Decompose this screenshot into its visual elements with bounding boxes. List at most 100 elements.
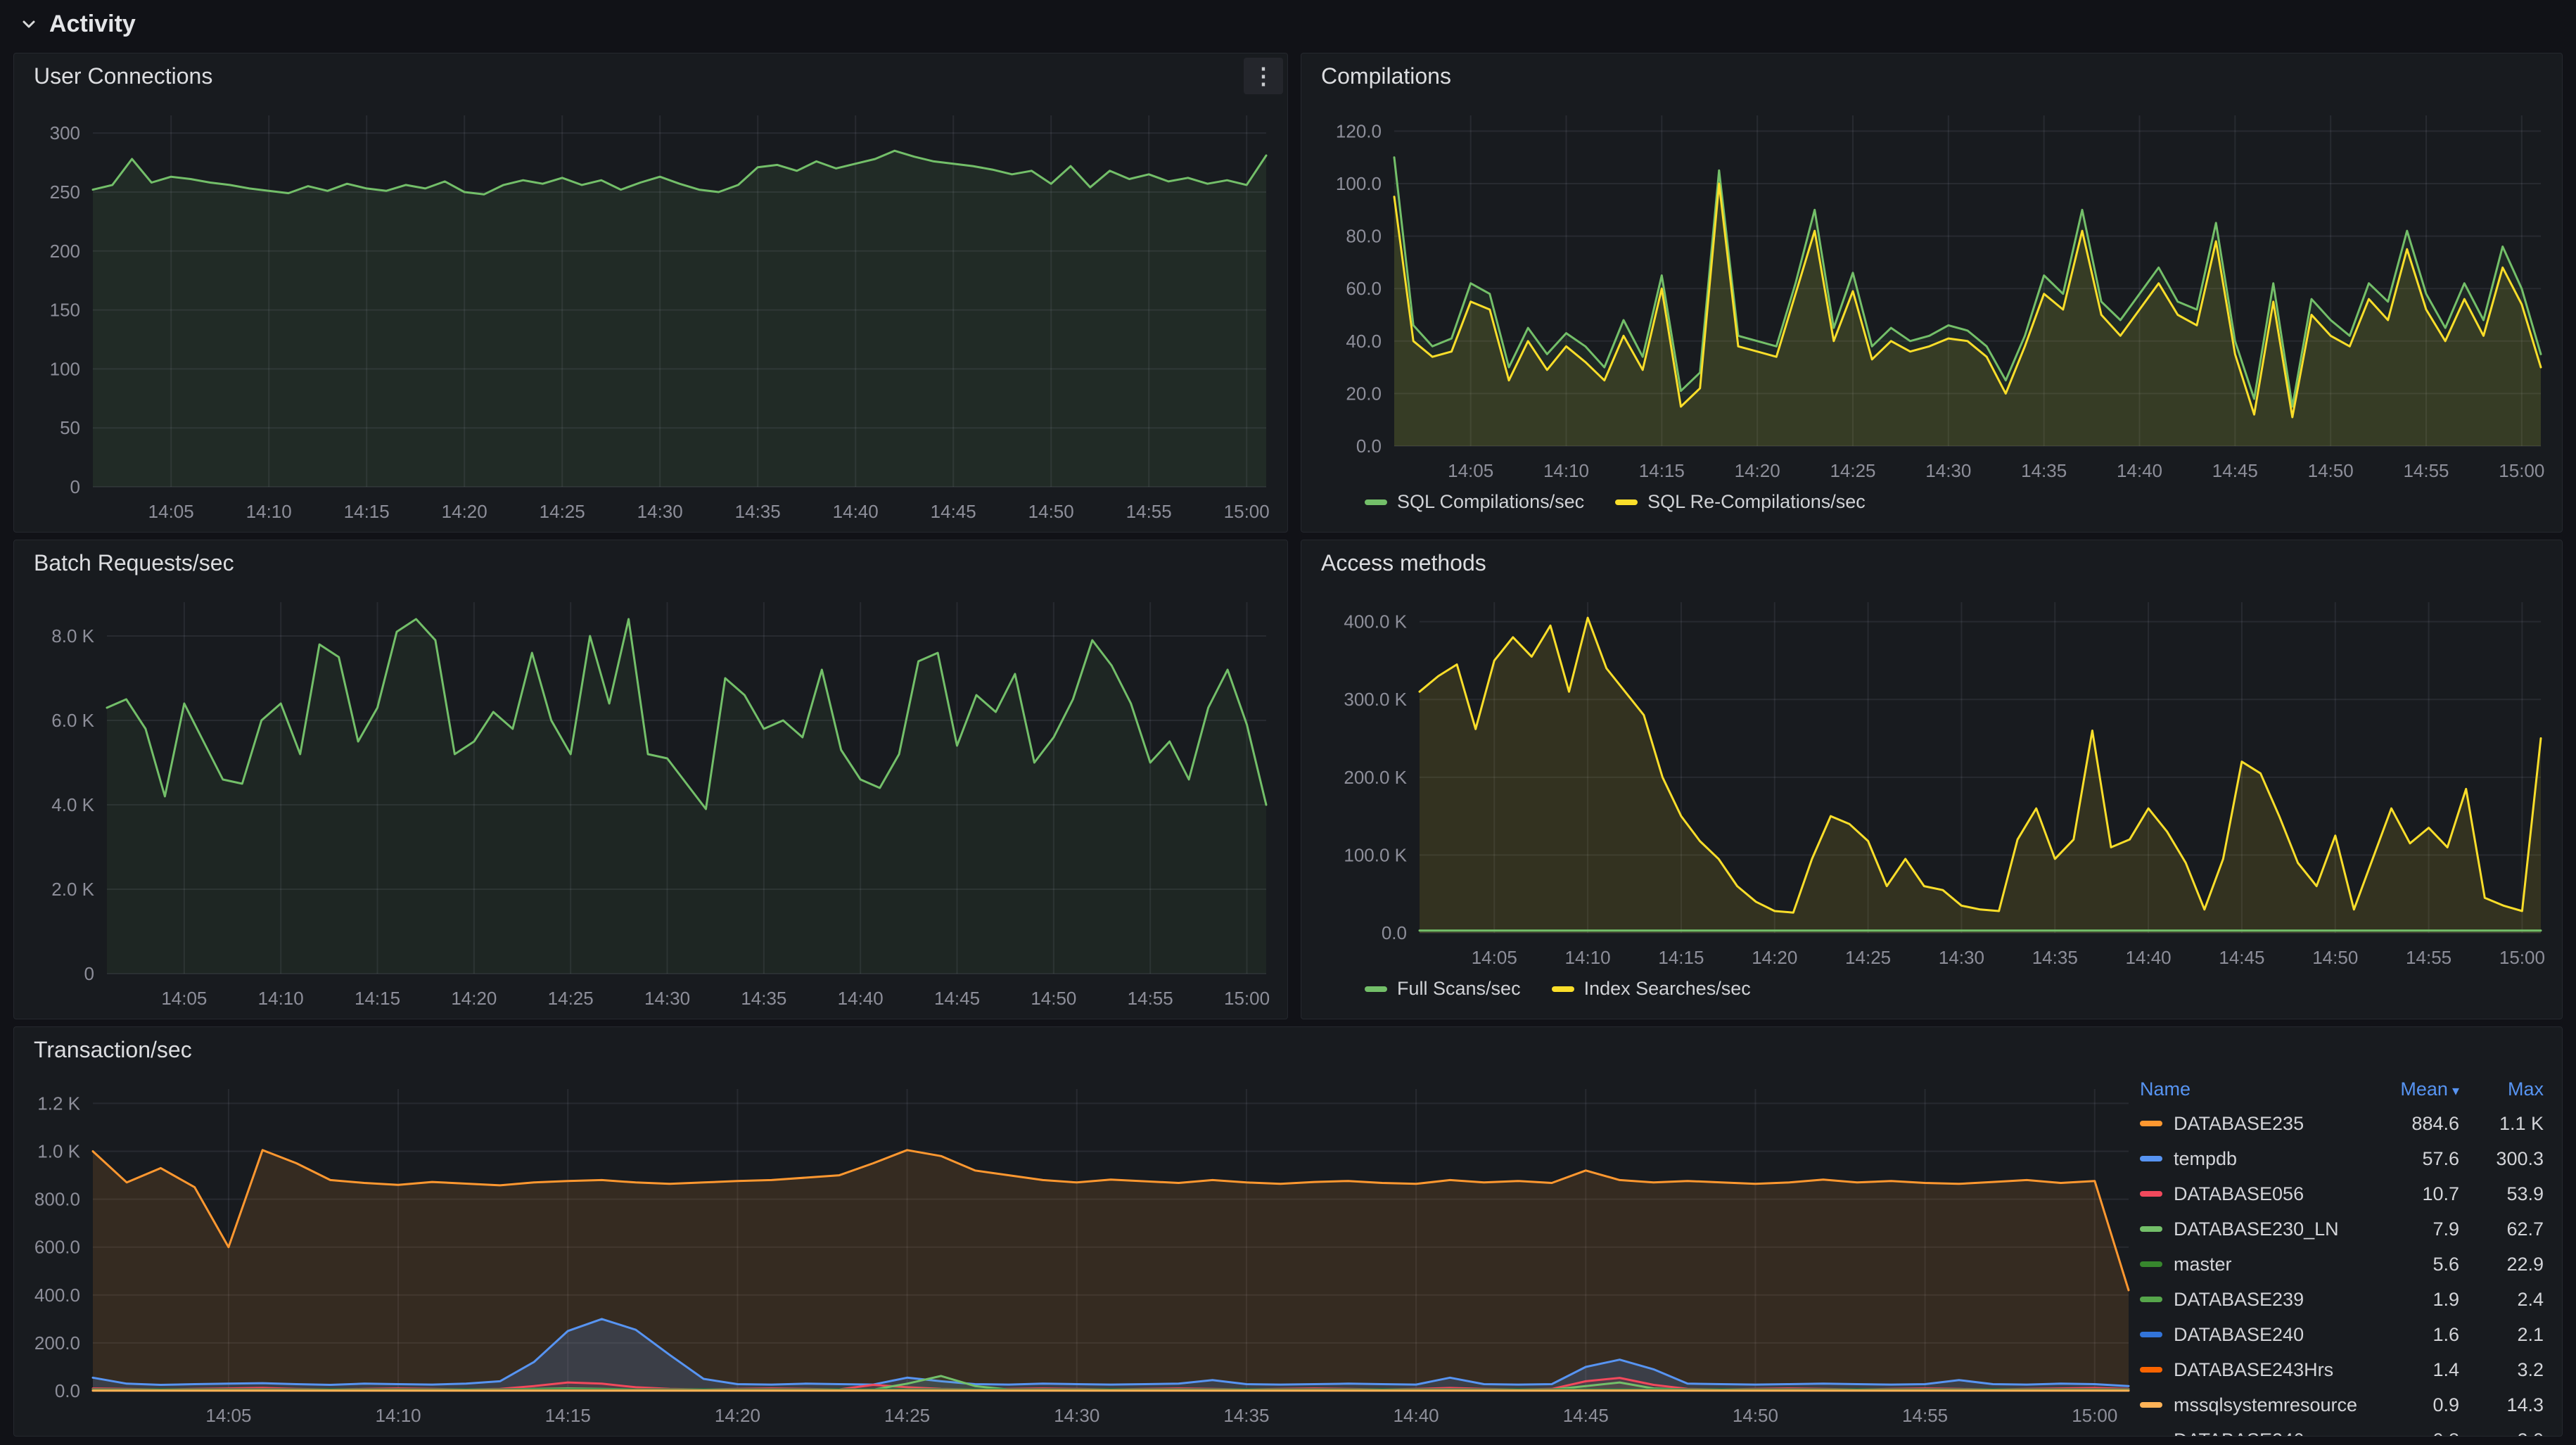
svg-text:14:50: 14:50 (1733, 1405, 1778, 1426)
svg-text:100.0: 100.0 (1336, 173, 1382, 194)
svg-text:14:55: 14:55 (1902, 1405, 1948, 1426)
series-color-swatch (2140, 1402, 2162, 1408)
table-row[interactable]: DATABASE235884.61.1 K (2140, 1106, 2544, 1141)
series-mean: 0.9 (2361, 1394, 2459, 1416)
column-header-max[interactable]: Max (2459, 1078, 2544, 1100)
svg-text:400.0 K: 400.0 K (1344, 611, 1407, 632)
svg-text:14:25: 14:25 (1830, 460, 1875, 481)
series-name: DATABASE230_LN (2140, 1218, 2361, 1240)
svg-text:14:50: 14:50 (2312, 947, 2358, 968)
grafana-dashboard: Activity User Connections ⋮ 050100150200… (0, 0, 2576, 1445)
series-name: DATABASE246 (2140, 1430, 2361, 1437)
series-mean: 1.9 (2361, 1289, 2459, 1311)
svg-text:14:30: 14:30 (1925, 460, 1971, 481)
legend-label: SQL Compilations/sec (1397, 491, 1584, 513)
table-row[interactable]: DATABASE05610.753.9 (2140, 1176, 2544, 1211)
series-max: 62.7 (2459, 1218, 2544, 1240)
access-methods-legend: Full Scans/sec Index Searches/sec (1301, 978, 2562, 1019)
access-methods-chart: 0.0100.0 K200.0 K300.0 K400.0 K14:0514:1… (1301, 585, 2562, 978)
svg-text:150: 150 (50, 300, 80, 321)
series-mean: 57.6 (2361, 1148, 2459, 1170)
series-color-swatch (1365, 499, 1387, 505)
svg-text:14:25: 14:25 (540, 501, 585, 522)
series-color-swatch (2140, 1261, 2162, 1267)
table-row[interactable]: master5.622.9 (2140, 1247, 2544, 1282)
series-mean: 1.4 (2361, 1359, 2459, 1381)
svg-text:14:05: 14:05 (1448, 460, 1493, 481)
table-row[interactable]: DATABASE2391.92.4 (2140, 1282, 2544, 1317)
svg-text:0: 0 (70, 476, 80, 497)
series-name: master (2140, 1254, 2361, 1275)
series-name: mssqlsystemresource (2140, 1394, 2361, 1416)
table-row[interactable]: DATABASE230_LN7.962.7 (2140, 1211, 2544, 1247)
svg-text:0: 0 (84, 963, 94, 984)
table-row[interactable]: DATABASE243Hrs1.43.2 (2140, 1352, 2544, 1387)
legend-item[interactable]: Index Searches/sec (1552, 978, 1751, 1000)
svg-text:20.0: 20.0 (1346, 383, 1382, 404)
series-name: tempdb (2140, 1148, 2361, 1170)
table-row[interactable]: DATABASE2460.82.0 (2140, 1422, 2544, 1436)
legend-item[interactable]: SQL Compilations/sec (1365, 491, 1584, 513)
svg-text:14:35: 14:35 (1223, 1405, 1269, 1426)
svg-text:14:35: 14:35 (735, 501, 781, 522)
svg-text:14:30: 14:30 (1939, 947, 1984, 968)
svg-text:14:40: 14:40 (838, 988, 884, 1009)
row-collapse-activity[interactable]: Activity (0, 0, 2576, 48)
svg-text:300: 300 (50, 122, 80, 144)
svg-text:14:55: 14:55 (1126, 501, 1172, 522)
panel-header: Compilations (1301, 53, 2562, 98)
svg-text:50: 50 (60, 417, 80, 438)
chart-svg: 0.0100.0 K200.0 K300.0 K400.0 K14:0514:1… (1301, 585, 2562, 978)
series-color-swatch (1552, 986, 1574, 992)
series-max: 300.3 (2459, 1148, 2544, 1170)
svg-text:14:35: 14:35 (741, 988, 786, 1009)
legend-item[interactable]: SQL Re-Compilations/sec (1615, 491, 1866, 513)
svg-text:14:45: 14:45 (2219, 947, 2264, 968)
series-max: 2.0 (2459, 1430, 2544, 1437)
table-row[interactable]: mssqlsystemresource0.914.3 (2140, 1387, 2544, 1422)
table-row[interactable]: DATABASE2401.62.1 (2140, 1317, 2544, 1352)
series-color-swatch (2140, 1226, 2162, 1232)
series-mean: 1.6 (2361, 1324, 2459, 1346)
svg-text:100: 100 (50, 358, 80, 379)
panel-title: Transaction/sec (34, 1037, 192, 1063)
svg-text:14:15: 14:15 (1639, 460, 1685, 481)
series-max: 3.2 (2459, 1359, 2544, 1381)
chart-svg: 0.020.040.060.080.0100.0120.014:0514:101… (1301, 98, 2562, 491)
series-name: DATABASE056 (2140, 1183, 2361, 1205)
chart-svg: 05010015020025030014:0514:1014:1514:2014… (14, 98, 1287, 532)
table-row[interactable]: tempdb57.6300.3 (2140, 1141, 2544, 1176)
panel-header: Transaction/sec (14, 1027, 2562, 1072)
svg-text:800.0: 800.0 (34, 1189, 80, 1210)
transactions-body: 0.0200.0400.0600.0800.01.0 K1.2 K14:0514… (14, 1072, 2562, 1436)
series-color-swatch (1615, 499, 1638, 505)
series-color-swatch (2140, 1332, 2162, 1337)
compilations-legend: SQL Compilations/sec SQL Re-Compilations/… (1301, 491, 2562, 532)
legend-item[interactable]: Full Scans/sec (1365, 978, 1521, 1000)
svg-text:15:00: 15:00 (2499, 460, 2544, 481)
panel-user-connections: User Connections ⋮ 05010015020025030014:… (13, 53, 1288, 533)
batch-requests-chart: 02.0 K4.0 K6.0 K8.0 K14:0514:1014:1514:2… (14, 585, 1287, 1019)
svg-text:14:35: 14:35 (2032, 947, 2078, 968)
chart-svg: 0.0200.0400.0600.0800.01.0 K1.2 K14:0514… (14, 1072, 2140, 1436)
svg-text:14:05: 14:05 (1472, 947, 1517, 968)
svg-text:14:45: 14:45 (2212, 460, 2258, 481)
series-max: 2.4 (2459, 1289, 2544, 1311)
svg-text:14:25: 14:25 (884, 1405, 930, 1426)
svg-text:15:00: 15:00 (1224, 988, 1270, 1009)
svg-text:600.0: 600.0 (34, 1237, 80, 1258)
series-color-swatch (2140, 1367, 2162, 1373)
svg-text:14:05: 14:05 (205, 1405, 251, 1426)
svg-text:14:50: 14:50 (1028, 501, 1074, 522)
svg-text:40.0: 40.0 (1346, 331, 1382, 352)
svg-text:14:20: 14:20 (451, 988, 497, 1009)
user-connections-chart: 05010015020025030014:0514:1014:1514:2014… (14, 98, 1287, 532)
svg-text:14:45: 14:45 (1563, 1405, 1609, 1426)
column-header-mean[interactable]: Mean▾ (2361, 1078, 2459, 1100)
chevron-down-icon (20, 15, 38, 33)
series-mean: 884.6 (2361, 1113, 2459, 1135)
panel-menu-icon[interactable]: ⋮ (1244, 58, 1283, 94)
svg-text:14:10: 14:10 (258, 988, 304, 1009)
panel-batch-requests: Batch Requests/sec 02.0 K4.0 K6.0 K8.0 K… (13, 540, 1288, 1019)
column-header-name[interactable]: Name (2140, 1078, 2361, 1100)
